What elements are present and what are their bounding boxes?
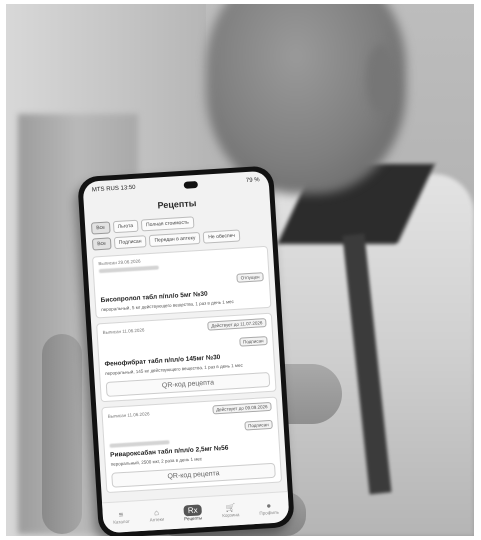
bottom-tab-bar: ≡ Каталог ⌂ Аптеки Rx Рецепты 🛒 Корзина … (102, 491, 290, 534)
person-ear (366, 44, 396, 114)
hand-thumb (42, 334, 82, 534)
battery-level: 79 % (245, 177, 260, 185)
qr-code-button[interactable]: QR-код рецепта (111, 462, 276, 488)
tab-cart[interactable]: 🛒 Корзина (222, 503, 240, 519)
filter-all-status[interactable]: Все (91, 237, 112, 251)
filter-signed[interactable]: Подписан (113, 235, 147, 250)
issued-date: Выписан 29.06.2026 (98, 258, 141, 267)
prescription-list: Выписан 29.06.2026 Отпущен Бисопролол та… (87, 242, 288, 498)
status-badge: Подписан (238, 336, 268, 347)
tab-label: Корзина (222, 512, 240, 519)
tab-label: Аптеки (149, 516, 165, 523)
prescription-card[interactable]: Выписан 11.06.2026 Действует до 11.07.20… (96, 312, 277, 403)
status-badge: Подписан (243, 419, 273, 431)
tab-label: Каталог (113, 518, 130, 525)
phone-screen: MTS RUS 13:50 79 % Рецепты Все Льгота По… (82, 170, 290, 534)
tab-pharmacies[interactable]: ⌂ Аптеки (149, 507, 165, 523)
camera-cutout (183, 180, 198, 189)
tab-profile[interactable]: ● Профиль (259, 501, 279, 516)
issued-date: Выписан 11.06.2026 (102, 327, 145, 336)
tab-label: Профиль (259, 509, 279, 516)
carrier-time: MTS RUS 13:50 (91, 184, 136, 194)
filter-sent-to-pharmacy[interactable]: Передан в аптеку (149, 231, 201, 248)
filter-not-provided[interactable]: Не обеспеч (203, 229, 241, 244)
qr-code-button[interactable]: QR-код рецепта (105, 372, 271, 398)
status-badge: Отпущен (236, 272, 264, 283)
smartphone: MTS RUS 13:50 79 % Рецепты Все Льгота По… (77, 165, 295, 536)
home-icon: ⌂ (153, 507, 160, 518)
profile-icon: ● (266, 501, 272, 511)
photo-background: MTS RUS 13:50 79 % Рецепты Все Льгота По… (6, 4, 474, 536)
tab-catalog[interactable]: ≡ Каталог (113, 510, 130, 525)
filter-full-price[interactable]: Полная стоимость (140, 216, 195, 232)
blurred-doctor-name (109, 440, 170, 448)
prescription-card[interactable]: Выписан 29.06.2026 Отпущен Бисопролол та… (91, 245, 272, 319)
filter-benefit[interactable]: Льгота (112, 219, 139, 234)
tab-label: Рецепты (184, 515, 203, 522)
menu-icon: ≡ (118, 510, 124, 520)
filter-all-type[interactable]: Все (90, 221, 111, 235)
prescription-card[interactable]: Выписан 11.06.2026 Действует до 09.09.20… (101, 396, 283, 494)
tab-prescriptions[interactable]: Rx Рецепты (183, 504, 202, 521)
issued-date: Выписан 11.06.2026 (107, 411, 150, 420)
